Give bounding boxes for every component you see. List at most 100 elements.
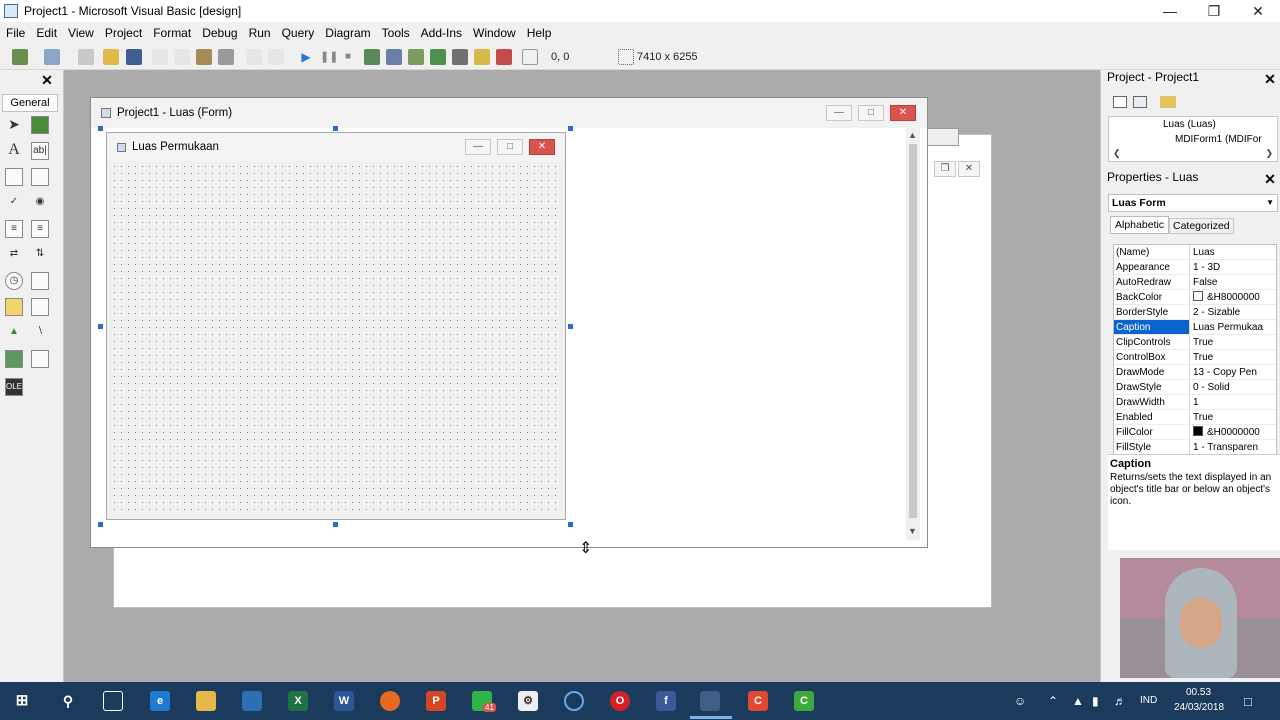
- prop-row[interactable]: ControlBox True: [1114, 350, 1276, 365]
- vscrollbar-tool-icon[interactable]: ⇅: [31, 246, 49, 264]
- prop-row[interactable]: ClipControls True: [1114, 335, 1276, 350]
- resize-handle-n[interactable]: [333, 126, 338, 131]
- settings-gear-icon[interactable]: ⚙: [518, 691, 538, 711]
- optionbutton-tool-icon[interactable]: ◉: [31, 194, 49, 212]
- battery-icon[interactable]: ▮: [1092, 694, 1099, 708]
- form-designer-maximize-icon[interactable]: □: [858, 105, 884, 121]
- frame-tool-icon[interactable]: [5, 168, 23, 186]
- scroll-down-icon[interactable]: ▼: [908, 526, 917, 536]
- paste-icon[interactable]: [196, 49, 212, 65]
- mdiform-restore-icon[interactable]: ❐: [934, 161, 956, 177]
- tree-scroll-left-icon[interactable]: ❮: [1113, 148, 1121, 159]
- resize-handle-e[interactable]: [568, 324, 573, 329]
- form-design-grid[interactable]: [111, 163, 561, 515]
- label-tool-icon[interactable]: A: [5, 142, 23, 160]
- menu-run[interactable]: Run: [249, 26, 271, 40]
- close-icon[interactable]: ✕: [1236, 0, 1280, 22]
- resize-handle-w[interactable]: [98, 324, 103, 329]
- prop-row[interactable]: BackColor &H8000000: [1114, 290, 1276, 305]
- opera-icon[interactable]: O: [610, 691, 630, 711]
- menu-addins[interactable]: Add-Ins: [421, 26, 462, 40]
- data-tool-icon[interactable]: [31, 350, 49, 368]
- filelistbox-tool-icon[interactable]: [31, 298, 49, 316]
- project-explorer-close-icon[interactable]: ✕: [1262, 71, 1278, 87]
- camtasia-editor-icon[interactable]: C: [794, 691, 814, 711]
- start-icon[interactable]: ▶: [298, 49, 314, 65]
- timer-tool-icon[interactable]: ◷: [5, 272, 23, 290]
- language-indicator[interactable]: IND: [1140, 695, 1157, 706]
- resize-handle-ne[interactable]: [568, 126, 573, 131]
- excel-icon[interactable]: X: [288, 691, 308, 711]
- menu-diagram[interactable]: Diagram: [325, 26, 370, 40]
- background-window-close-icon[interactable]: [923, 128, 959, 146]
- tab-alphabetic[interactable]: Alphabetic: [1110, 216, 1170, 234]
- task-view-icon[interactable]: [103, 691, 123, 711]
- restore-icon[interactable]: ❐: [1192, 0, 1236, 22]
- save-icon[interactable]: [126, 49, 142, 65]
- properties-window-icon[interactable]: [386, 49, 402, 65]
- scroll-up-icon[interactable]: ▲: [908, 130, 917, 140]
- drivelistbox-tool-icon[interactable]: [31, 272, 49, 290]
- prop-row[interactable]: Appearance 1 - 3D: [1114, 260, 1276, 275]
- tree-scroll-right-icon[interactable]: ❯: [1265, 148, 1273, 159]
- project-explorer-icon[interactable]: [364, 49, 380, 65]
- prop-row[interactable]: BorderStyle 2 - Sizable: [1114, 305, 1276, 320]
- scroll-thumb[interactable]: [909, 144, 917, 518]
- picturebox-tool-icon[interactable]: [31, 116, 49, 134]
- notifications-icon[interactable]: □: [1244, 694, 1252, 709]
- resize-handle-se[interactable]: [568, 522, 573, 527]
- prop-row[interactable]: Enabled True: [1114, 410, 1276, 425]
- toolbox-close-icon[interactable]: ✕: [39, 72, 55, 88]
- menu-project[interactable]: Project: [105, 26, 142, 40]
- menu-debug[interactable]: Debug: [202, 26, 237, 40]
- checkbox-tool-icon[interactable]: ✓: [5, 194, 23, 212]
- hscrollbar-tool-icon[interactable]: ⇄: [5, 246, 23, 264]
- textbox-tool-icon[interactable]: ab|: [31, 142, 49, 160]
- form-designer-window[interactable]: Project1 - Luas (Form) — □ ✕ ▲ ▼ Luas Pe…: [90, 97, 928, 548]
- add-form-icon[interactable]: [44, 49, 60, 65]
- commandbutton-tool-icon[interactable]: [31, 168, 49, 186]
- resize-handle-s[interactable]: [333, 522, 338, 527]
- view-object-icon[interactable]: [1133, 96, 1147, 108]
- camtasia-recorder-icon[interactable]: C: [748, 691, 768, 711]
- toggle-folders-icon[interactable]: [1160, 96, 1176, 108]
- search-icon[interactable]: ⚲: [58, 691, 78, 711]
- prop-row[interactable]: DrawStyle 0 - Solid: [1114, 380, 1276, 395]
- network-icon[interactable]: ▲: [1072, 694, 1084, 708]
- pointer-tool-icon[interactable]: ➤: [5, 116, 23, 134]
- menu-format[interactable]: Format: [153, 26, 191, 40]
- data-view-icon[interactable]: [474, 49, 490, 65]
- form-designer-minimize-icon[interactable]: —: [826, 105, 852, 121]
- form-layout-icon[interactable]: [408, 49, 424, 65]
- prop-row[interactable]: FillColor &H0000000: [1114, 425, 1276, 440]
- view-code-icon[interactable]: [1113, 96, 1127, 108]
- resize-handle-nw[interactable]: [98, 126, 103, 131]
- menu-file[interactable]: File: [6, 26, 25, 40]
- listbox-tool-icon[interactable]: ≡: [31, 220, 49, 238]
- break-icon[interactable]: ❚❚: [320, 49, 338, 65]
- tree-item-mdiform[interactable]: MDIForm1 (MDIFor: [1175, 134, 1262, 145]
- clock-time[interactable]: 00.53: [1186, 687, 1211, 698]
- prop-row[interactable]: DrawWidth 1: [1114, 395, 1276, 410]
- tray-chevron-icon[interactable]: ⌃: [1048, 694, 1058, 708]
- minimize-icon[interactable]: —: [1148, 0, 1192, 22]
- tree-item-luas[interactable]: Luas (Luas): [1163, 119, 1216, 130]
- prop-row[interactable]: (Name) Luas: [1114, 245, 1276, 260]
- store-icon[interactable]: [242, 691, 262, 711]
- prop-row[interactable]: DrawMode 13 - Copy Pen: [1114, 365, 1276, 380]
- undo-icon[interactable]: [246, 49, 262, 65]
- media-app-icon[interactable]: [564, 691, 584, 711]
- visual-basic-taskbar-icon[interactable]: [700, 691, 720, 711]
- redo-icon[interactable]: [268, 49, 284, 65]
- copy-icon[interactable]: [174, 49, 190, 65]
- toolbox-general-tab[interactable]: General: [2, 94, 58, 112]
- shape-tool-icon[interactable]: ▲: [5, 324, 23, 342]
- combobox-tool-icon[interactable]: ≡: [5, 220, 23, 238]
- cut-icon[interactable]: [152, 49, 168, 65]
- menu-tools[interactable]: Tools: [382, 26, 410, 40]
- end-icon[interactable]: ■: [340, 49, 356, 65]
- toolbox-icon[interactable]: [452, 49, 468, 65]
- form-designer-vscrollbar[interactable]: ▲ ▼: [906, 128, 920, 540]
- resize-handle-sw[interactable]: [98, 522, 103, 527]
- firefox-icon[interactable]: [380, 691, 400, 711]
